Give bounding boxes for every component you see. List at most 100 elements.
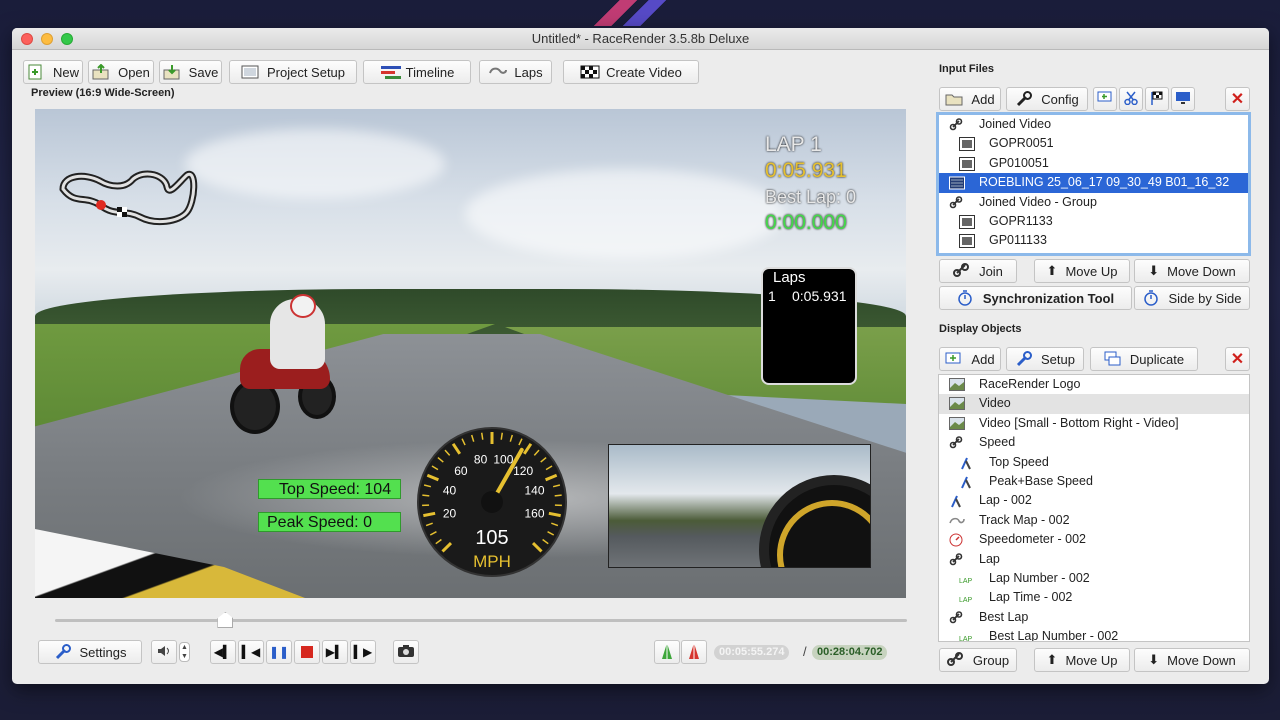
input-file-row-label: Joined Video - Group bbox=[979, 194, 1097, 209]
video-preview[interactable]: LAP 1 0:05.931 Best Lap: 0 0:00.000 Laps… bbox=[35, 109, 906, 598]
create-video-button[interactable]: Create Video bbox=[563, 60, 699, 84]
display-remove-button[interactable]: ✕ bbox=[1225, 347, 1250, 371]
svg-text:LAP: LAP bbox=[959, 636, 973, 642]
snapshot-button[interactable] bbox=[393, 640, 419, 664]
group-button[interactable]: Group bbox=[939, 648, 1017, 672]
gauge-tick-label: 20 bbox=[443, 506, 457, 520]
checkered-flag-icon bbox=[580, 64, 600, 80]
display-setup-button[interactable]: Setup bbox=[1006, 347, 1084, 371]
laps-box-number: 1 bbox=[768, 288, 776, 304]
window-controls bbox=[21, 33, 73, 45]
display-object-row-label: Track Map - 002 bbox=[979, 512, 1070, 527]
pause-button[interactable]: ❚❚ bbox=[266, 640, 292, 664]
input-file-row[interactable]: GOPR0051 bbox=[939, 134, 1248, 153]
display-move-up-button[interactable]: ⬆ Move Up bbox=[1034, 648, 1130, 672]
hud-best-lap-time: 0:00.000 bbox=[765, 211, 847, 234]
link-icon bbox=[946, 652, 965, 668]
volume-button[interactable] bbox=[151, 640, 177, 664]
display-object-row[interactable]: LAP Lap Time - 002 bbox=[939, 588, 1249, 607]
input-files-title: Input Files bbox=[939, 63, 994, 75]
input-display-button[interactable] bbox=[1171, 87, 1195, 111]
gauge-tick bbox=[500, 432, 504, 440]
scrubber-handle[interactable] bbox=[217, 612, 234, 628]
display-object-row[interactable]: Top Speed bbox=[939, 453, 1249, 472]
window-title: Untitled* - RaceRender 3.5.8b Deluxe bbox=[531, 31, 750, 46]
set-end-marker-button[interactable] bbox=[681, 640, 707, 664]
display-object-row[interactable]: RaceRender Logo bbox=[939, 375, 1249, 394]
input-add-button[interactable]: Add bbox=[939, 87, 1001, 111]
input-config-button[interactable]: Config bbox=[1006, 87, 1088, 111]
display-object-row[interactable]: Track Map - 002 bbox=[939, 511, 1249, 530]
display-add-button[interactable]: Add bbox=[939, 347, 1001, 371]
display-move-down-button[interactable]: ⬇ Move Down bbox=[1134, 648, 1250, 672]
display-object-row[interactable]: Video [Small - Bottom Right - Video] bbox=[939, 414, 1249, 433]
input-add-label: Add bbox=[971, 91, 995, 107]
display-object-row[interactable]: Peak+Base Speed bbox=[939, 472, 1249, 491]
stop-button[interactable] bbox=[294, 640, 320, 664]
input-file-row[interactable]: Joined Video bbox=[939, 115, 1248, 134]
input-add-monitor-button[interactable] bbox=[1093, 87, 1117, 111]
track-map-overlay bbox=[59, 170, 198, 226]
timeline-button[interactable]: Timeline bbox=[363, 60, 471, 84]
sync-tool-label: Synchronization Tool bbox=[982, 290, 1115, 306]
join-button[interactable]: Join bbox=[939, 259, 1017, 283]
input-file-row[interactable]: GP010051 bbox=[939, 154, 1248, 173]
settings-button[interactable]: Settings bbox=[38, 640, 142, 664]
maximize-window-button[interactable] bbox=[61, 33, 73, 45]
input-files-list[interactable]: Joined Video GOPR0051 GP010051 ROEBLING 25_… bbox=[936, 112, 1251, 256]
duplicate-button[interactable]: Duplicate bbox=[1090, 347, 1198, 371]
input-file-row[interactable]: Joined Video - Group bbox=[939, 193, 1248, 212]
display-object-row[interactable]: Lap - 002 bbox=[939, 491, 1249, 510]
display-object-row[interactable]: Best Lap bbox=[939, 608, 1249, 627]
display-object-row[interactable]: Speed bbox=[939, 433, 1249, 452]
input-file-row[interactable]: GOPR1133 bbox=[939, 212, 1248, 231]
open-button[interactable]: Open bbox=[88, 60, 154, 84]
input-file-row[interactable]: GP011133 bbox=[939, 231, 1248, 250]
display-move-up-label: Move Up bbox=[1065, 652, 1118, 668]
add-display-icon bbox=[1097, 91, 1113, 108]
input-move-down-button[interactable]: ⬇ Move Down bbox=[1134, 259, 1250, 283]
skip-to-start-button[interactable]: ◀▍ bbox=[210, 640, 236, 664]
image-icon bbox=[949, 397, 965, 411]
input-file-row-label: GOPR1133 bbox=[989, 213, 1053, 228]
lap-icon: LAP bbox=[959, 572, 973, 585]
input-lap-flag-button[interactable] bbox=[1145, 87, 1169, 111]
display-object-row-label: Peak+Base Speed bbox=[989, 473, 1093, 488]
display-object-row[interactable]: LAP Best Lap Number - 002 bbox=[939, 627, 1249, 642]
new-button[interactable]: New bbox=[23, 60, 83, 84]
close-window-button[interactable] bbox=[21, 33, 33, 45]
display-object-row-label: Video [Small - Bottom Right - Video] bbox=[979, 415, 1179, 430]
step-back-icon: ▍◀ bbox=[241, 645, 261, 659]
display-object-row[interactable]: Lap bbox=[939, 550, 1249, 569]
project-setup-button[interactable]: Project Setup bbox=[229, 60, 357, 84]
display-object-row[interactable]: LAP Lap Number - 002 bbox=[939, 569, 1249, 588]
input-file-row[interactable]: ROEBLING 25_06_17 09_30_49 B01_16_32 bbox=[939, 173, 1248, 193]
laps-button[interactable]: Laps bbox=[479, 60, 552, 84]
display-object-row[interactable]: Speedometer - 002 bbox=[939, 530, 1249, 549]
skip-to-end-button[interactable]: ▍▶ bbox=[350, 640, 376, 664]
step-back-button[interactable]: ▍◀ bbox=[238, 640, 264, 664]
save-button[interactable]: Save bbox=[159, 60, 222, 84]
display-objects-list[interactable]: RaceRender Logo Video Video [Small - Botto… bbox=[938, 374, 1250, 642]
monitor-icon bbox=[1175, 91, 1191, 108]
motorcycle-rider bbox=[230, 294, 340, 434]
minimize-window-button[interactable] bbox=[41, 33, 53, 45]
gauge-unit: MPH bbox=[473, 552, 511, 571]
display-objects-title: Display Objects bbox=[939, 323, 1022, 335]
input-move-up-button[interactable]: ⬆ Move Up bbox=[1034, 259, 1130, 283]
arrow-up-icon: ⬆ bbox=[1046, 652, 1058, 667]
input-remove-button[interactable]: ✕ bbox=[1225, 87, 1250, 111]
timeline-scrubber[interactable] bbox=[55, 619, 907, 622]
step-forward-button[interactable]: ▶▍ bbox=[322, 640, 348, 664]
volume-stepper[interactable]: ▲ ▼ bbox=[179, 642, 190, 662]
add-display-icon bbox=[945, 351, 963, 367]
svg-text:LAP: LAP bbox=[959, 597, 973, 604]
synchronization-tool-button[interactable]: Synchronization Tool bbox=[939, 286, 1132, 310]
input-cut-button[interactable] bbox=[1119, 87, 1143, 111]
display-object-row[interactable]: Video bbox=[939, 394, 1249, 414]
tools-icon bbox=[949, 494, 963, 508]
set-start-marker-button[interactable] bbox=[654, 640, 680, 664]
input-config-label: Config bbox=[1041, 91, 1079, 107]
film-icon bbox=[959, 137, 975, 152]
side-by-side-button[interactable]: Side by Side bbox=[1134, 286, 1250, 310]
